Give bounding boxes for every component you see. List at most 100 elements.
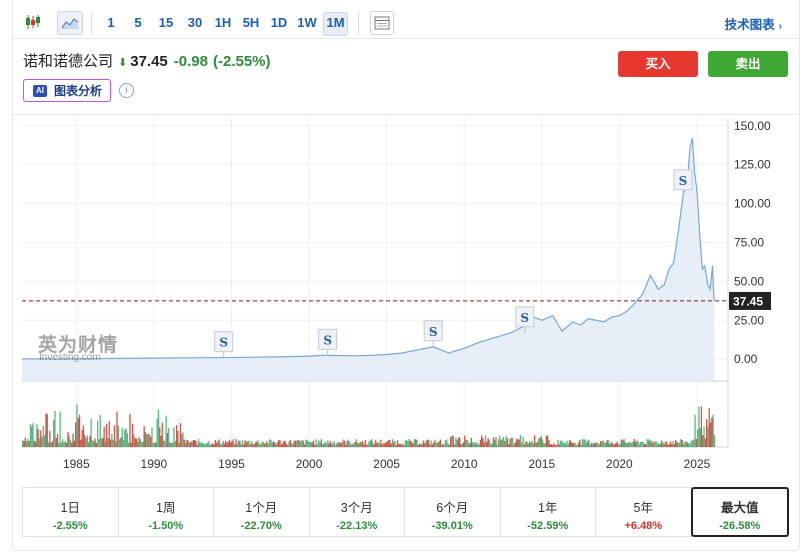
volume-bar bbox=[659, 444, 661, 447]
volume-bar bbox=[479, 439, 481, 447]
volume-bar bbox=[570, 441, 572, 447]
volume-bar bbox=[333, 441, 335, 447]
volume-bar bbox=[86, 435, 88, 447]
volume-bar bbox=[203, 443, 205, 447]
volume-bar bbox=[34, 441, 37, 447]
volume-bar bbox=[421, 444, 423, 447]
volume-bar bbox=[53, 419, 55, 447]
volume-bar bbox=[580, 444, 582, 447]
volume-bar bbox=[596, 442, 598, 447]
volume-bar bbox=[28, 440, 30, 447]
volume-bar bbox=[221, 444, 223, 447]
volume-bar bbox=[602, 440, 604, 447]
volume-bar bbox=[168, 428, 170, 447]
volume-bar bbox=[526, 441, 528, 447]
volume-bar bbox=[537, 438, 540, 447]
volume-bar bbox=[650, 439, 652, 447]
volume-bar bbox=[671, 443, 673, 447]
volume-bar bbox=[411, 441, 413, 447]
volume-bar bbox=[49, 430, 51, 447]
volume-bar bbox=[636, 440, 638, 447]
volume-bar bbox=[543, 443, 545, 447]
volume-bar bbox=[644, 444, 646, 447]
volume-bar bbox=[184, 443, 187, 447]
volume-bar bbox=[117, 425, 119, 447]
period-cell[interactable]: 3个月 -22.13% bbox=[308, 487, 405, 537]
period-cell[interactable]: 5年 +6.48% bbox=[595, 487, 692, 537]
volume-bar bbox=[453, 444, 456, 447]
period-change: -1.50% bbox=[148, 520, 184, 532]
volume-bar bbox=[181, 433, 183, 447]
volume-bar bbox=[32, 423, 34, 447]
volume-bar bbox=[103, 426, 105, 447]
period-cell[interactable]: 1日 -2.55% bbox=[22, 487, 119, 537]
volume-bar bbox=[708, 408, 710, 447]
volume-bar bbox=[190, 441, 192, 447]
volume-bar bbox=[327, 440, 329, 447]
volume-bar bbox=[675, 440, 677, 447]
volume-bar bbox=[25, 441, 28, 447]
volume-bar bbox=[619, 444, 621, 447]
volume-bar bbox=[40, 430, 42, 447]
volume-bar bbox=[588, 439, 590, 447]
volume-bar bbox=[368, 440, 370, 447]
period-cell[interactable]: 6个月 -39.01% bbox=[404, 487, 501, 537]
volume-bar bbox=[192, 440, 194, 447]
volume-bar bbox=[69, 439, 72, 447]
volume-bar bbox=[312, 440, 315, 447]
volume-bar bbox=[544, 443, 546, 447]
volume-bar bbox=[281, 443, 284, 447]
period-cell[interactable]: 1个月 -22.70% bbox=[213, 487, 310, 537]
volume-bar bbox=[698, 406, 700, 447]
volume-bar bbox=[72, 433, 74, 447]
volume-bar bbox=[148, 433, 150, 447]
volume-bar bbox=[523, 444, 525, 447]
period-cell[interactable]: 1年 -52.59% bbox=[499, 487, 596, 537]
volume-bar bbox=[375, 439, 377, 447]
volume-bar bbox=[280, 444, 282, 447]
volume-bar bbox=[285, 443, 288, 447]
volume-bar bbox=[133, 434, 135, 447]
volume-bar bbox=[691, 440, 694, 447]
volume-bar bbox=[594, 442, 597, 447]
volume-bar bbox=[658, 443, 660, 447]
volume-bar bbox=[417, 444, 419, 447]
volume-bar bbox=[95, 442, 97, 447]
volume-bar bbox=[230, 442, 232, 447]
x-tick-label: 2015 bbox=[528, 457, 555, 471]
volume-bar bbox=[151, 427, 153, 447]
volume-bar bbox=[398, 443, 400, 447]
volume-bar bbox=[182, 432, 184, 447]
volume-bar bbox=[394, 441, 396, 447]
volume-bar bbox=[130, 442, 132, 447]
volume-bar bbox=[678, 442, 681, 447]
volume-bar bbox=[212, 443, 214, 447]
volume-bar bbox=[681, 440, 683, 447]
volume-bar bbox=[78, 414, 81, 447]
volume-bar bbox=[314, 444, 316, 447]
volume-bar bbox=[386, 441, 388, 447]
y-tick-label: 100.00 bbox=[734, 197, 771, 211]
volume-bar bbox=[222, 441, 224, 447]
volume-bar bbox=[307, 441, 310, 447]
volume-bar bbox=[218, 439, 220, 447]
volume-bar bbox=[353, 443, 355, 447]
price-chart[interactable]: 0.00 25.00 50.00 75.00 100.00 125.00 150.00 198… bbox=[0, 0, 808, 480]
volume-bar bbox=[170, 443, 172, 447]
volume-bar bbox=[51, 441, 53, 447]
period-cell[interactable]: 最大值 -26.58% bbox=[690, 487, 789, 537]
volume-bar bbox=[545, 435, 547, 447]
volume-bar bbox=[472, 442, 474, 447]
volume-bar bbox=[144, 432, 147, 447]
volume-bar bbox=[234, 444, 236, 447]
volume-bar bbox=[142, 441, 144, 447]
volume-bar bbox=[178, 442, 180, 447]
volume-bar bbox=[531, 440, 533, 447]
volume-bar bbox=[97, 420, 99, 447]
volume-bar bbox=[649, 440, 651, 447]
volume-bar bbox=[554, 444, 556, 447]
period-cell[interactable]: 1周 -1.50% bbox=[117, 487, 214, 537]
volume-bar bbox=[512, 437, 514, 447]
volume-bar bbox=[247, 440, 249, 447]
volume-bar bbox=[121, 428, 123, 447]
